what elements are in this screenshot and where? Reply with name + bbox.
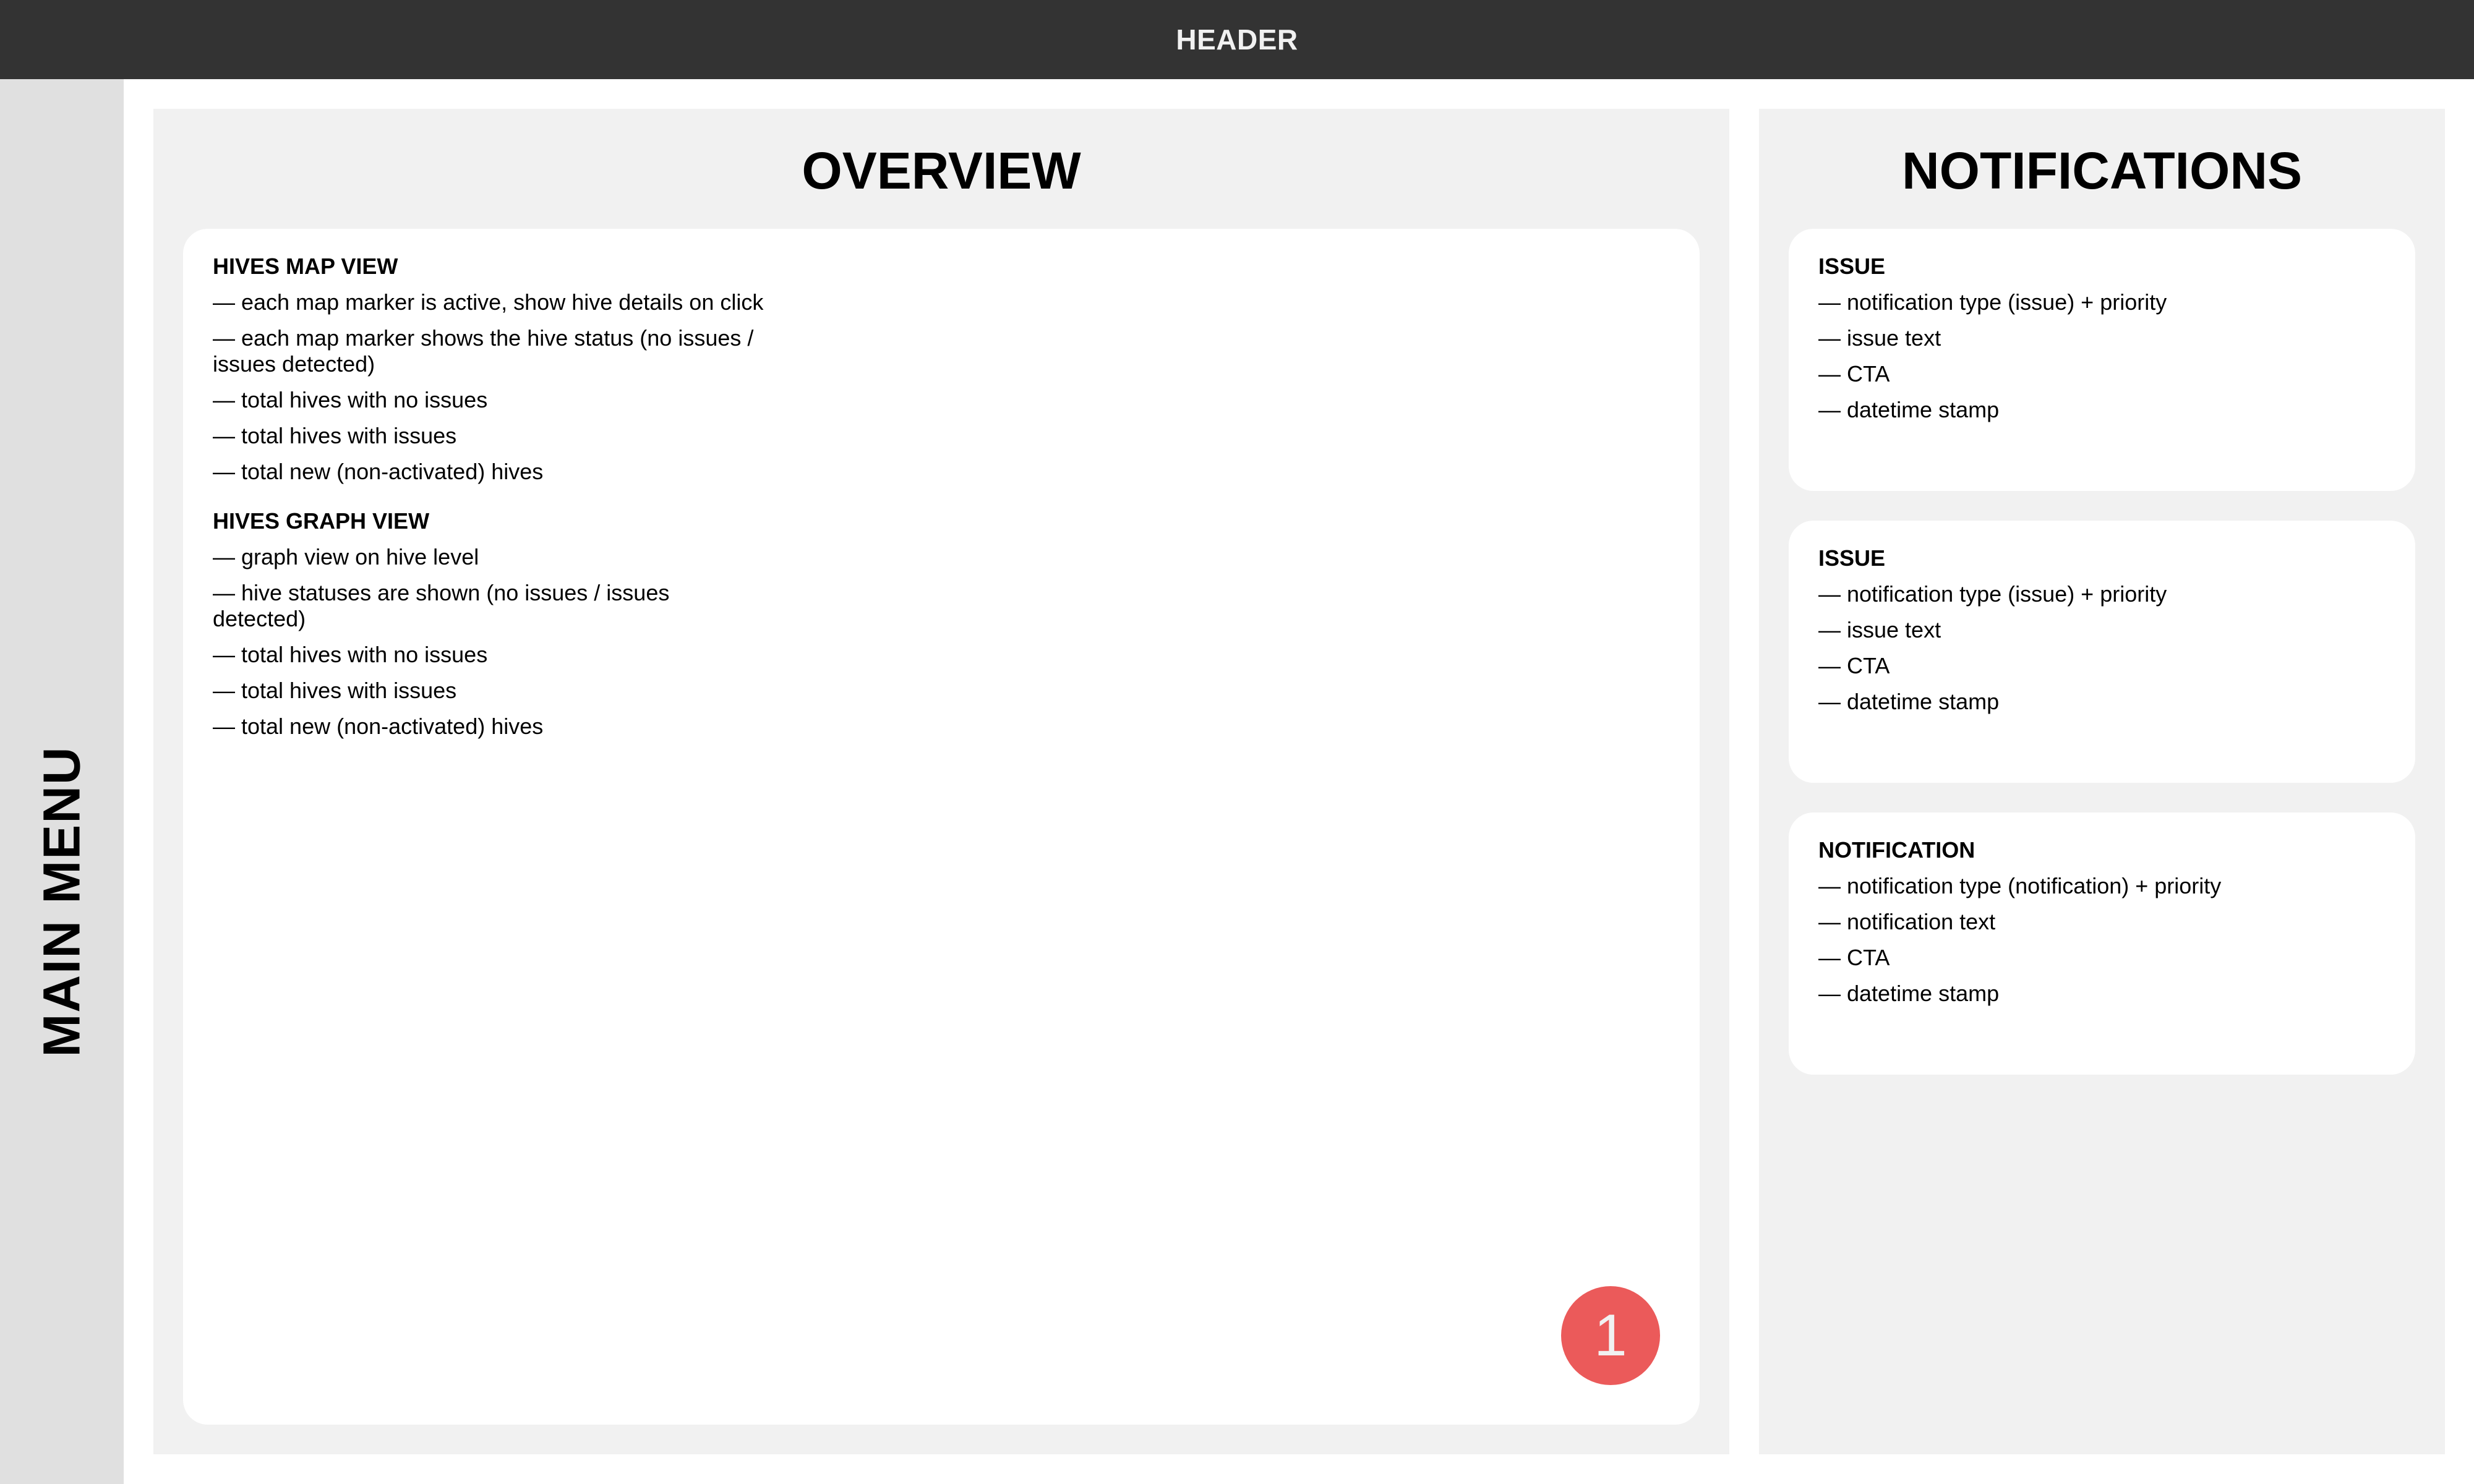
hives-map-view-section: HIVES MAP VIEW — each map marker is acti…	[213, 254, 782, 485]
list-item: — CTA	[1818, 361, 1890, 386]
list-item: — issue text	[1818, 325, 1941, 351]
notifications-panel: NOTIFICATIONS ISSUE — notification type …	[1759, 109, 2445, 1454]
hives-graph-view-section: HIVES GRAPH VIEW — graph view on hive le…	[213, 508, 726, 740]
list-item: — total hives with no issues	[213, 387, 488, 412]
main-menu-sidebar[interactable]: MAIN MENU	[0, 79, 124, 1484]
list-item: — each map marker is active, show hive d…	[213, 289, 764, 315]
overview-panel: OVERVIEW HIVES MAP VIEW — each map marke…	[153, 109, 1729, 1454]
notification-card[interactable]: ISSUE — notification type (issue) + prio…	[1789, 521, 2415, 783]
list-item: — hive statuses are shown (no issues / i…	[213, 580, 670, 631]
list-item: — total new (non-activated) hives	[213, 459, 544, 484]
section-title: HIVES MAP VIEW	[213, 254, 398, 279]
list-item: — notification type (notification) + pri…	[1818, 873, 2222, 898]
list-item: — CTA	[1818, 653, 1890, 678]
overview-card: HIVES MAP VIEW — each map marker is acti…	[183, 229, 1700, 1425]
header-title: HEADER	[1176, 23, 1298, 56]
notifications-title: NOTIFICATIONS	[1901, 142, 2303, 200]
list-item: — graph view on hive level	[213, 544, 479, 569]
list-item: — datetime stamp	[1818, 689, 2000, 714]
list-item: — total hives with issues	[213, 678, 457, 703]
list-item: — total new (non-activated) hives	[213, 714, 544, 739]
overview-title: OVERVIEW	[802, 142, 1081, 200]
list-item: — notification type (issue) + priority	[1818, 581, 2167, 607]
list-item: — notification text	[1818, 909, 1996, 934]
list-item: — notification type (issue) + priority	[1818, 289, 2167, 315]
list-item: — datetime stamp	[1818, 981, 2000, 1006]
list-item: — each map marker shows the hive status …	[213, 325, 754, 377]
notification-card-title: ISSUE	[1818, 545, 1886, 571]
list-item: — total hives with no issues	[213, 642, 488, 667]
section-title: HIVES GRAPH VIEW	[213, 508, 430, 534]
notification-card[interactable]: ISSUE — notification type (issue) + prio…	[1789, 229, 2415, 491]
main-menu-label: MAIN MENU	[32, 746, 91, 1057]
header: HEADER	[0, 0, 2474, 79]
notification-card-title: ISSUE	[1818, 254, 1886, 279]
list-item: — CTA	[1818, 945, 1890, 970]
list-item: — datetime stamp	[1818, 397, 2000, 422]
list-item: — issue text	[1818, 617, 1941, 642]
notification-card[interactable]: NOTIFICATION — notification type (notifi…	[1789, 812, 2415, 1075]
list-item: — total hives with issues	[213, 423, 457, 448]
notification-card-title: NOTIFICATION	[1818, 837, 1975, 863]
step-number-badge: 1	[1561, 1286, 1660, 1385]
